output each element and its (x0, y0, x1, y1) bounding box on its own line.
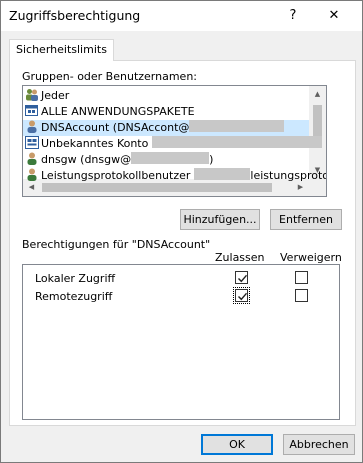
close-button[interactable]: ✕ (319, 5, 349, 27)
redacted-text (189, 120, 285, 132)
remove-button[interactable]: Entfernen (270, 209, 342, 230)
allow-column-header: Zulassen (215, 251, 265, 264)
list-item[interactable]: Leistungsprotokollbenutzerleistungsproto… (25, 168, 326, 184)
unknown-account-icon (25, 136, 39, 149)
allow-checkbox-local[interactable] (235, 271, 248, 284)
deny-column-header: Verweigern (280, 251, 342, 264)
tab-panel: Gruppen- oder Benutzernamen: Jeder ALLE … (9, 60, 356, 426)
ok-button[interactable]: OK (201, 434, 273, 455)
horizontal-scroll-thumb[interactable] (42, 183, 272, 192)
redacted-text (194, 168, 251, 180)
scroll-up-icon[interactable]: ▲ (309, 86, 326, 103)
cancel-button[interactable]: Abbrechen (283, 434, 355, 455)
add-button[interactable]: Hinzufügen... (180, 209, 260, 230)
deny-checkbox-remote[interactable] (295, 289, 308, 302)
allow-checkbox-remote[interactable] (235, 289, 248, 302)
package-group-icon (25, 104, 39, 117)
user-icon (25, 152, 39, 165)
user-icon (25, 120, 39, 133)
permissions-label: Berechtigungen für "DNSAccount" (22, 238, 211, 251)
title-bar: Zugriffsberechtigung ? ✕ (1, 1, 362, 31)
redacted-text (152, 136, 323, 148)
group-icon (25, 88, 39, 101)
list-item[interactable]: Unbekanntes Konto (25, 136, 323, 152)
permission-name: Remotezugriff (35, 290, 113, 303)
access-permission-dialog: Zugriffsberechtigung ? ✕ Sicherheitslimi… (0, 0, 363, 463)
users-label: Gruppen- oder Benutzernamen: (22, 70, 198, 83)
users-listbox[interactable]: Jeder ALLE ANWENDUNGSPAKETE DNSAccount (… (22, 85, 327, 197)
help-button[interactable]: ? (278, 5, 308, 27)
list-item[interactable]: Jeder (25, 88, 69, 104)
list-item[interactable]: dnsgw (dnsgw@) (25, 152, 213, 168)
vertical-scrollbar[interactable]: ▲ ▼ (309, 86, 326, 179)
tab-sicherheitslimits[interactable]: Sicherheitslimits (9, 39, 114, 61)
permission-name: Lokaler Zugriff (35, 272, 116, 285)
deny-checkbox-local[interactable] (295, 271, 308, 284)
window-title: Zugriffsberechtigung (9, 8, 141, 23)
user-icon (25, 168, 39, 181)
list-item[interactable]: ALLE ANWENDUNGSPAKETE (25, 104, 195, 120)
list-item-selected[interactable]: DNSAccount (DNSAccont@ (23, 120, 325, 136)
permissions-list: Lokaler Zugriff Remotezugriff (22, 264, 340, 420)
scroll-left-icon[interactable]: ◀ (23, 179, 40, 196)
redacted-text (131, 152, 210, 164)
